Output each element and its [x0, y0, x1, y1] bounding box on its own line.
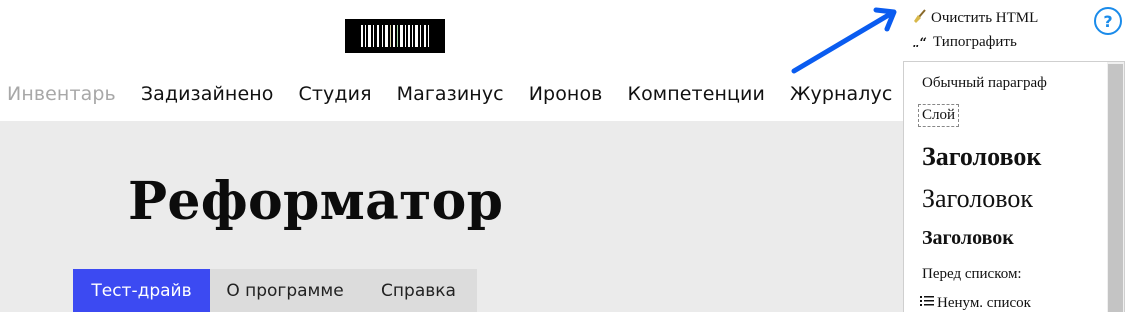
tab-help[interactable]: Справка: [360, 269, 477, 312]
content-area: Реформатор Тест-драйв О программе Справк…: [0, 121, 903, 312]
typograph-button[interactable]: „“ Типографить: [912, 33, 1017, 52]
barcode-logo-icon: [361, 25, 429, 47]
nav-item-magazinus[interactable]: Магазинус: [397, 83, 504, 105]
tab-bar: Тест-драйв О программе Справка: [73, 269, 477, 312]
page-title: Реформатор: [128, 171, 504, 232]
format-layer[interactable]: Слой: [918, 104, 960, 127]
format-unordered-list[interactable]: Ненум. список: [920, 295, 1031, 312]
nav-item-zhurnalus[interactable]: Журналус: [790, 83, 892, 105]
site-logo[interactable]: [345, 19, 445, 53]
format-before-list[interactable]: Перед списком:: [922, 266, 1022, 283]
nav-item-inventar[interactable]: Инвентарь: [7, 83, 116, 105]
svg-text:„“: „“: [912, 36, 927, 47]
format-heading-1[interactable]: Заголовок: [922, 142, 1041, 172]
quotes-icon: „“: [912, 33, 929, 52]
nav-item-ironov[interactable]: Иронов: [529, 83, 603, 105]
arrow-annotation-icon: [791, 7, 897, 74]
tab-test-drive[interactable]: Тест-драйв: [73, 269, 210, 312]
panel-scrollbar[interactable]: [1107, 62, 1124, 312]
panel-scroll-thumb[interactable]: [1108, 64, 1123, 312]
help-button[interactable]: ?: [1094, 7, 1122, 35]
main-nav: Инвентарь Задизайнено Студия Магазинус И…: [7, 83, 917, 105]
list-icon: [920, 295, 934, 312]
clean-html-label: Очистить HTML: [931, 10, 1039, 26]
format-panel: Обычный параграф Слой Заголовок Заголово…: [903, 61, 1125, 312]
format-heading-3[interactable]: Заголовок: [922, 227, 1014, 250]
tab-about[interactable]: О программе: [210, 269, 360, 312]
format-paragraph[interactable]: Обычный параграф: [922, 75, 1047, 92]
format-heading-2[interactable]: Заголовок: [922, 184, 1033, 214]
nav-item-zadizaineno[interactable]: Задизайнено: [141, 83, 274, 105]
nav-item-kompetentsii[interactable]: Компетенции: [627, 83, 764, 105]
unordered-list-label: Ненум. список: [937, 295, 1031, 311]
typograph-label: Типографить: [933, 34, 1017, 50]
broom-icon: [912, 9, 927, 28]
nav-item-studiya[interactable]: Студия: [299, 83, 372, 105]
clean-html-button[interactable]: Очистить HTML: [912, 9, 1038, 28]
